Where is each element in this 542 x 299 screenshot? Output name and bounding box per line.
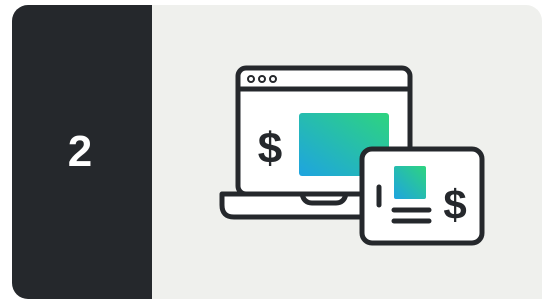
- payment-card-icon: $: [359, 146, 485, 246]
- step-card: 2 $ $: [12, 5, 542, 299]
- laptop-dollar-sign: $: [258, 124, 282, 173]
- step-number-panel: 2: [12, 5, 152, 299]
- step-number: 2: [67, 127, 93, 176]
- illustration-panel: $ $: [152, 5, 542, 299]
- card-chip-block: [394, 166, 426, 199]
- laptop-and-payment-card-icon: $ $: [219, 65, 485, 246]
- card-dollar-sign: $: [443, 181, 466, 228]
